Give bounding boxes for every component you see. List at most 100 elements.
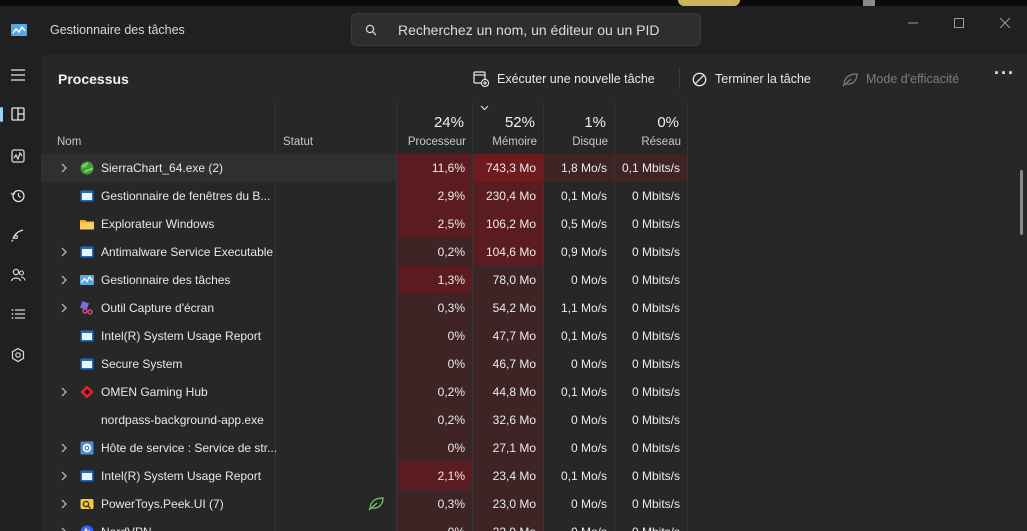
cpu-cell: 0,2% [397, 406, 472, 434]
process-row[interactable]: Antimalware Service Executable 0,2% 104,6 … [41, 238, 1001, 266]
column-cpu[interactable]: 24% Processeur [397, 102, 472, 154]
startup-icon [11, 229, 24, 242]
users-icon [10, 268, 26, 282]
cpu-total: 24% [433, 114, 464, 131]
app-title: Gestionnaire des tâches [50, 23, 185, 37]
disk-cell: 0,1 Mo/s [560, 469, 607, 483]
chevron-right-icon[interactable] [61, 471, 67, 481]
memory-cell: 22,9 Mo [473, 518, 543, 531]
disk-cell: 0 Mo/s [570, 273, 607, 287]
minimize-button[interactable] [890, 8, 936, 38]
run-new-task-button[interactable]: Exécuter une nouvelle tâche [473, 66, 655, 92]
process-row[interactable]: Secure System 0% 46,7 Mo 0 Mo/s 0 Mbits/s [41, 350, 1001, 378]
performance-icon [11, 149, 25, 163]
window-icon [80, 330, 94, 342]
process-name: PowerToys.Peek.UI (7) [101, 497, 224, 511]
memory-cell: 743,3 Mo [473, 154, 543, 182]
cpu-cell: 0% [397, 434, 472, 462]
process-row[interactable]: Intel(R) System Usage Report 2,1% 23,4 Mo 0… [41, 462, 1001, 490]
disk-cell: 0,1 Mo/s [560, 189, 607, 203]
process-name: Explorateur Windows [101, 217, 215, 231]
disk-cell: 0,1 Mo/s [560, 385, 607, 399]
end-task-label: Terminer la tâche [715, 72, 811, 86]
efficiency-mode-label: Mode d'efficacité [866, 72, 960, 86]
end-task-icon [692, 72, 707, 86]
process-row[interactable]: SierraChart_64.exe (2) 11,6% 743,3 Mo 1,8 M… [41, 154, 1001, 182]
process-name: SierraChart_64.exe (2) [101, 161, 224, 175]
process-row[interactable]: Outil Capture d'écran 0,3% 54,2 Mo 1,1 Mo/s… [41, 294, 1001, 322]
chevron-right-icon[interactable] [61, 499, 67, 509]
nav-details[interactable] [0, 297, 36, 331]
process-row[interactable]: PowerToys.Peek.UI (7) 0,3% 23,0 Mo 0 Mo/s 0 … [41, 490, 1001, 518]
peek-icon [80, 499, 94, 509]
process-row[interactable]: Intel(R) System Usage Report 0% 47,7 Mo 0,1… [41, 322, 1001, 350]
network-cell: 0 Mbits/s [631, 441, 680, 455]
search-box[interactable] [351, 13, 701, 46]
maximize-button[interactable] [936, 8, 982, 38]
network-cell: 0 Mbits/s [631, 189, 680, 203]
nav-app-history[interactable] [0, 179, 36, 213]
process-row[interactable]: Explorateur Windows 2,5% 106,2 Mo 0,5 Mo/s 0… [41, 210, 1001, 238]
nav-users[interactable] [0, 258, 36, 292]
memory-total: 52% [504, 114, 535, 131]
column-name[interactable]: Nom [41, 102, 275, 154]
nav-processes[interactable] [0, 97, 36, 131]
column-disk[interactable]: 1% Disque [544, 102, 614, 154]
window-icon [80, 190, 94, 202]
hamburger-menu-button[interactable] [0, 58, 36, 92]
services-icon [11, 347, 25, 363]
end-task-button[interactable]: Terminer la tâche [692, 66, 811, 92]
disk-cell: 0 Mo/s [570, 441, 607, 455]
disk-cell: 1,8 Mo/s [544, 154, 614, 182]
chevron-right-icon[interactable] [61, 387, 67, 397]
chevron-right-icon[interactable] [61, 303, 67, 313]
process-name: Antimalware Service Executable [101, 245, 274, 259]
memory-cell: 46,7 Mo [473, 350, 543, 378]
minimize-icon [908, 22, 918, 24]
nav-performance[interactable] [0, 139, 36, 173]
column-status[interactable]: Statut [275, 102, 396, 154]
column-header: Nom Statut 24% Processeur 52% Mémoire 1%… [41, 102, 687, 154]
memory-cell: 32,6 Mo [473, 406, 543, 434]
chevron-right-icon[interactable] [61, 443, 67, 453]
chevron-right-icon[interactable] [61, 247, 67, 257]
vertical-scrollbar[interactable] [1020, 170, 1023, 235]
process-row[interactable]: OMEN Gaming Hub 0,2% 44,8 Mo 0,1 Mo/s 0 Mbit… [41, 378, 1001, 406]
process-name: Intel(R) System Usage Report [101, 329, 262, 343]
disk-cell: 0 Mo/s [570, 357, 607, 371]
cpu-cell: 0,2% [397, 238, 472, 266]
disk-cell: 0,9 Mo/s [560, 245, 607, 259]
process-name: Gestionnaire de fenêtres du B... [101, 189, 271, 203]
cpu-cell: 2,1% [397, 462, 472, 490]
process-row[interactable]: NordVPN 0%22,9 Mo0 Mo/s0 Mbits/s [41, 518, 1001, 531]
disk-cell: 0 Mo/s [570, 497, 607, 511]
process-name: nordpass-background-app.exe [101, 413, 264, 427]
search-input[interactable] [398, 20, 688, 40]
memory-cell: 106,2 Mo [473, 210, 543, 238]
details-icon [11, 309, 25, 319]
gear-icon [80, 441, 94, 455]
disk-cell: 0,1 Mo/s [560, 329, 607, 343]
taskmgr-icon [80, 275, 94, 285]
network-cell: 0 Mbits/s [631, 273, 680, 287]
process-row[interactable]: nordpass-background-app.exe 0,2% 32,6 Mo 0 … [41, 406, 1001, 434]
nav-services[interactable] [0, 338, 36, 372]
network-total: 0% [657, 114, 679, 131]
process-name: OMEN Gaming Hub [101, 385, 208, 399]
chevron-right-icon[interactable] [61, 163, 67, 173]
globe-icon [80, 161, 94, 175]
column-network[interactable]: 0% Réseau [615, 102, 687, 154]
chevron-right-icon[interactable] [61, 275, 67, 285]
nav-startup-apps[interactable] [0, 218, 36, 252]
chevron-right-icon[interactable] [61, 527, 67, 531]
cpu-cell: 2,5% [397, 210, 472, 238]
more-options-button[interactable]: ··· [994, 64, 1015, 82]
efficiency-mode-button[interactable]: Mode d'efficacité [842, 66, 959, 92]
close-button[interactable] [982, 8, 1027, 38]
process-row[interactable]: Gestionnaire des tâches 1,3% 78,0 Mo 0 Mo/s… [41, 266, 1001, 294]
process-row[interactable]: Gestionnaire de fenêtres du B... 2,9% 230,… [41, 182, 1001, 210]
process-name: Intel(R) System Usage Report [101, 469, 262, 483]
process-name: Gestionnaire des tâches [101, 273, 231, 287]
process-name: Outil Capture d'écran [101, 301, 215, 315]
process-row[interactable]: Hôte de service : Service de str... 0% 27,… [41, 434, 1001, 462]
